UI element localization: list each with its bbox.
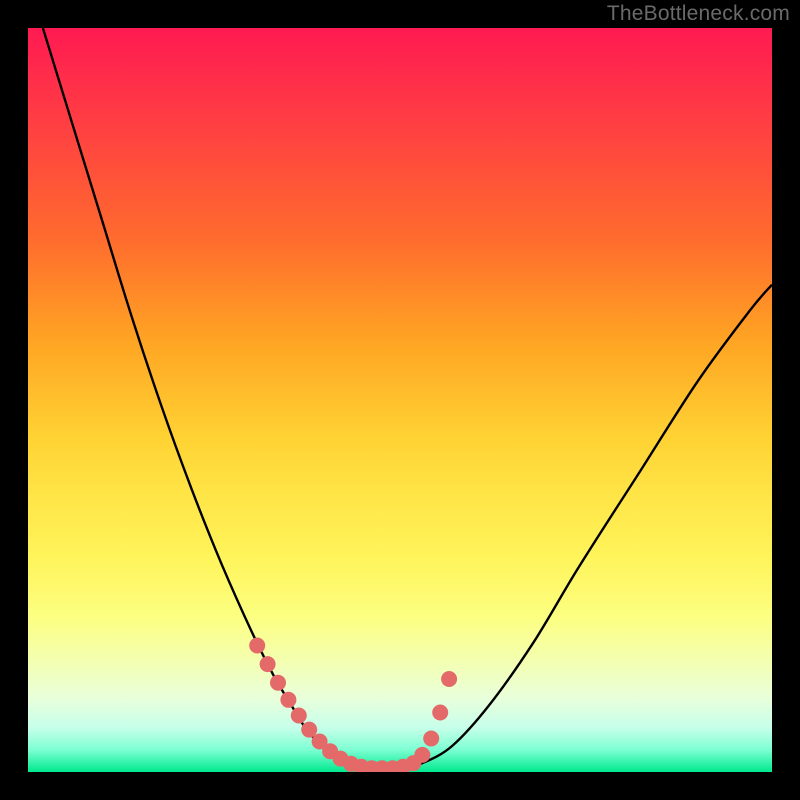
curve-marker xyxy=(414,747,430,763)
curve-marker xyxy=(441,671,457,687)
curve-marker xyxy=(432,705,448,721)
curve-marker xyxy=(260,656,276,672)
bottleneck-curve xyxy=(43,28,772,769)
marker-group xyxy=(249,638,457,773)
chart-overlay xyxy=(28,28,772,772)
curve-marker xyxy=(280,692,296,708)
chart-frame: TheBottleneck.com xyxy=(0,0,800,800)
watermark-text: TheBottleneck.com xyxy=(607,2,790,26)
curve-marker xyxy=(249,638,265,654)
curve-marker xyxy=(423,731,439,747)
curve-marker xyxy=(270,675,286,691)
curve-marker xyxy=(291,708,307,724)
